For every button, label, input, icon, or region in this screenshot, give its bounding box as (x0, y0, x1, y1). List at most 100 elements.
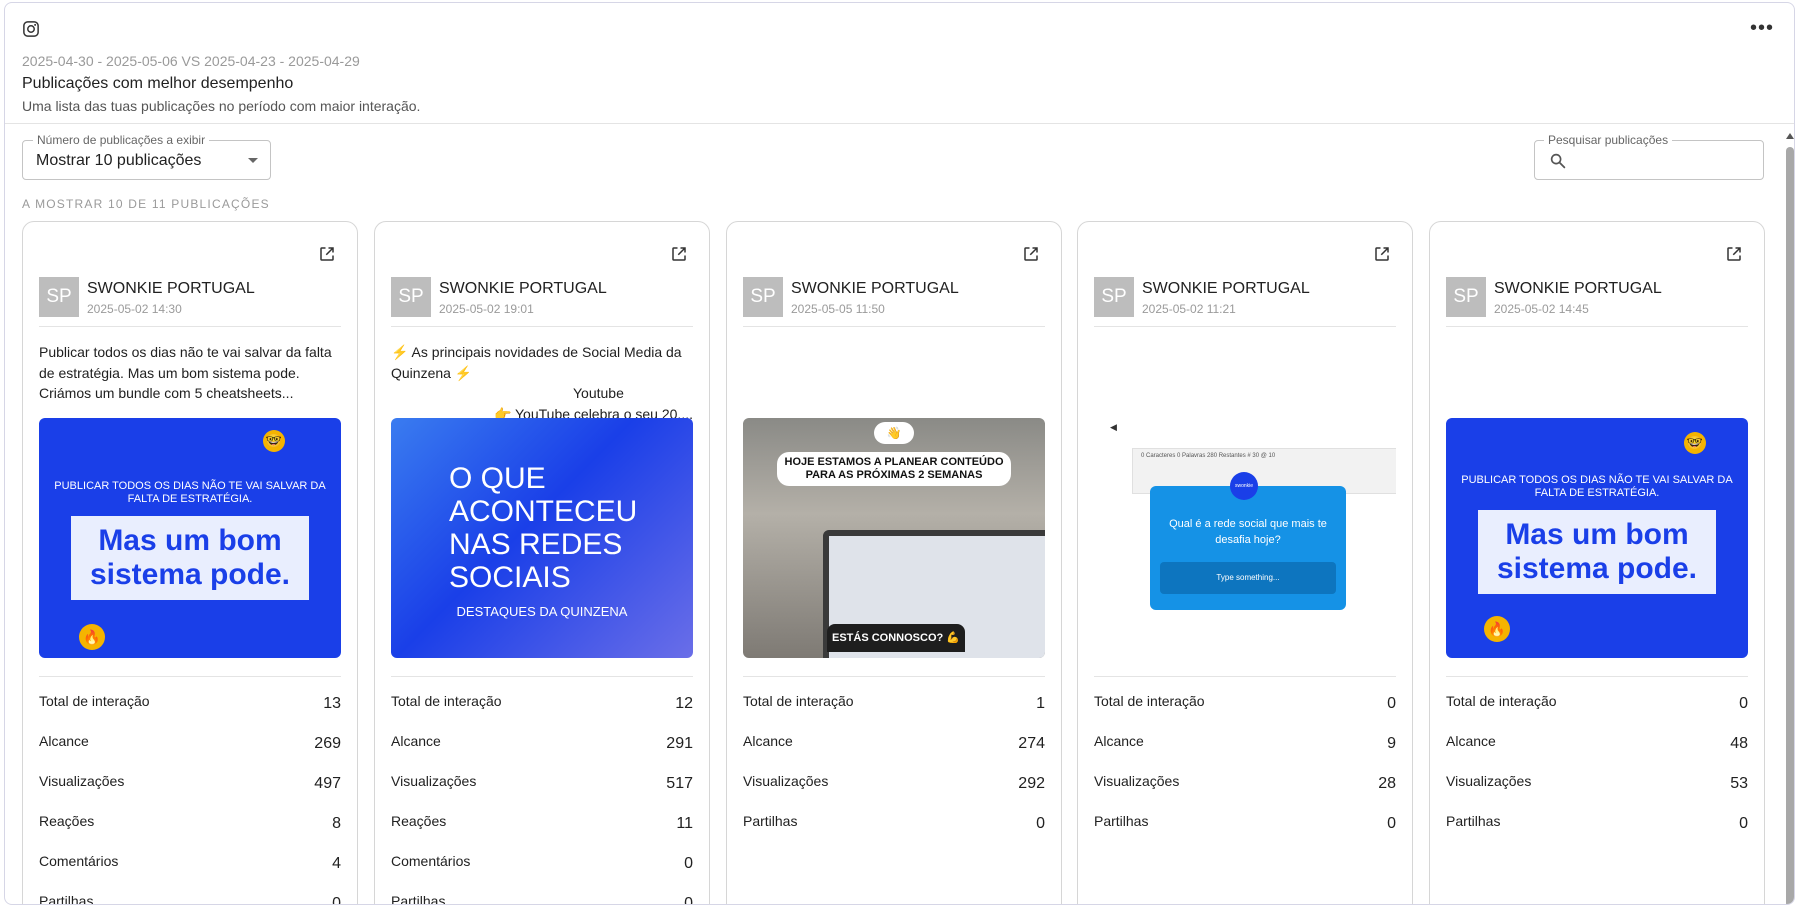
scrollbar-thumb[interactable] (1786, 147, 1794, 904)
metric-label: Alcance (391, 733, 441, 749)
metric-label: Total de interação (391, 693, 502, 709)
avatar: SP (39, 277, 79, 317)
date-range: 2025-04-30 - 2025-05-06 VS 2025-04-23 - … (22, 53, 360, 69)
headline-line: ACONTECEU (449, 495, 638, 528)
post-count-select-label: Número de publicações a exibir (33, 133, 210, 147)
metric-value: 53 (1730, 775, 1748, 792)
post-card: SP SWONKIE PORTUGAL 2025-05-05 11:50 👋 H… (726, 221, 1062, 904)
post-count-select-value: Mostrar 10 publicações (36, 152, 202, 169)
metric-reactions: Reações 8 (39, 813, 341, 835)
post-count-select[interactable]: Número de publicações a exibir Mostrar 1… (22, 133, 271, 180)
post-date: 2025-05-02 14:45 (1494, 302, 1589, 316)
post-text: Publicar todos os dias não te vai salvar… (39, 344, 332, 401)
metric-label: Visualizações (1094, 773, 1180, 789)
post-author: SWONKIE PORTUGAL (87, 280, 255, 297)
post-date: 2025-05-02 19:01 (439, 302, 534, 316)
post-image[interactable]: 🤓 PUBLICAR TODOS OS DIAS NÃO TE VAI SALV… (39, 418, 341, 658)
metric-value: 11 (676, 815, 693, 832)
metric-label: Visualizações (1446, 773, 1532, 789)
post-image[interactable]: 🤓 PUBLICAR TODOS OS DIAS NÃO TE VAI SALV… (1446, 418, 1748, 658)
emoji-nerd: 🤓 (263, 430, 285, 452)
showing-count-label: A MOSTRAR 10 DE 11 PUBLICAÇÕES (22, 197, 270, 211)
metric-value: 291 (666, 735, 693, 752)
divider (391, 676, 693, 677)
metric-label: Reações (391, 813, 447, 829)
search-posts-field[interactable]: Pesquisar publicações (1534, 133, 1764, 180)
metric-value: 0 (1739, 695, 1748, 712)
metric-label: Partilhas (391, 893, 446, 905)
metric-reach: Alcance 291 (391, 733, 693, 755)
editor-toolbar-text: 0 Caracteres 0 Palavras 280 Restantes # … (1141, 453, 1276, 459)
open-external-icon[interactable] (1725, 245, 1743, 263)
metric-views: Visualizações 53 (1446, 773, 1748, 795)
metric-shares: Partilhas 0 (391, 893, 693, 905)
metric-total-interaction: Total de interação 13 (39, 693, 341, 715)
metric-value: 292 (1018, 775, 1045, 792)
metric-value: 12 (675, 695, 693, 712)
metric-label: Reações (39, 813, 95, 829)
metric-label: Total de interação (1094, 693, 1205, 709)
post-card: SP SWONKIE PORTUGAL 2025-05-02 14:30 Pub… (22, 221, 358, 905)
post-image[interactable]: O QUE ACONTECEU NAS REDES SOCIAIS DESTAQ… (391, 418, 693, 658)
open-external-icon[interactable] (1022, 245, 1040, 263)
metric-value: 28 (1378, 775, 1396, 792)
post-author: SWONKIE PORTUGAL (1494, 280, 1662, 297)
metric-value: 4 (332, 855, 341, 872)
metric-value: 0 (1739, 815, 1748, 832)
image-small-text: PUBLICAR TODOS OS DIAS NÃO TE VAI SALVAR… (1461, 474, 1733, 499)
image-caption: DESTAQUES DA QUINZENA (456, 604, 628, 619)
metric-label: Partilhas (1094, 813, 1149, 829)
metric-value: 0 (684, 895, 693, 905)
post-card: SP SWONKIE PORTUGAL 2025-05-02 19:01 ⚡ A… (374, 221, 710, 905)
headline-line: SOCIAIS (449, 561, 571, 594)
metric-value: 0 (332, 895, 341, 905)
scrollbar[interactable] (1784, 133, 1794, 904)
metric-total-interaction: Total de interação 0 (1094, 693, 1396, 715)
open-external-icon[interactable] (1373, 245, 1391, 263)
metric-shares: Partilhas 0 (1094, 813, 1396, 835)
post-author: SWONKIE PORTUGAL (439, 280, 607, 297)
scroll-up-arrow-icon[interactable] (1786, 133, 1794, 139)
image-big-text: Mas um bom sistema pode. (1478, 510, 1716, 594)
emoji-wave: 👋 (874, 422, 914, 444)
metric-reach: Alcance 274 (743, 733, 1045, 755)
metric-label: Visualizações (391, 773, 477, 789)
metric-label: Total de interação (39, 693, 150, 709)
metric-label: Alcance (1094, 733, 1144, 749)
swonkie-logo: swonkie (1230, 472, 1258, 500)
avatar: SP (743, 277, 783, 317)
post-image[interactable]: 👋 HOJE ESTAMOS A PLANEAR CONTEÚDO PARA A… (743, 418, 1045, 658)
metric-views: Visualizações 292 (743, 773, 1045, 795)
widget-title: Publicações com melhor desempenho (22, 75, 294, 92)
metric-reach: Alcance 48 (1446, 733, 1748, 755)
metric-value: 0 (1387, 695, 1396, 712)
open-external-icon[interactable] (318, 245, 336, 263)
post-date: 2025-05-02 11:21 (1142, 302, 1236, 316)
image-headline: O QUE ACONTECEU NAS REDES SOCIAIS (449, 462, 637, 594)
metric-shares: Partilhas 0 (743, 813, 1045, 835)
post-date: 2025-05-02 14:30 (87, 302, 182, 316)
metric-views: Visualizações 517 (391, 773, 693, 795)
metric-label: Visualizações (743, 773, 829, 789)
question-sticker: Qual é a rede social que mais te desafia… (1150, 486, 1346, 610)
chevron-down-icon (248, 158, 258, 163)
divider (1446, 676, 1748, 677)
metric-label: Alcance (743, 733, 793, 749)
post-image[interactable]: ◀ 0 Caracteres 0 Palavras 280 Restantes … (1094, 418, 1396, 658)
metric-value: 0 (684, 855, 693, 872)
divider (743, 326, 1045, 327)
metric-value: 517 (666, 775, 693, 792)
metric-views: Visualizações 497 (39, 773, 341, 795)
metric-value: 0 (1036, 815, 1045, 832)
metric-label: Alcance (1446, 733, 1496, 749)
avatar: SP (1094, 277, 1134, 317)
metric-label: Alcance (39, 733, 89, 749)
open-external-icon[interactable] (670, 245, 688, 263)
search-input[interactable] (1575, 149, 1759, 175)
widget-subtitle: Uma lista das tuas publicações no períod… (22, 98, 421, 114)
metric-reach: Alcance 9 (1094, 733, 1396, 755)
image-big-text: Mas um bom sistema pode. (71, 516, 309, 600)
metric-comments: Comentários 0 (391, 853, 693, 875)
more-options-icon[interactable]: ••• (1750, 18, 1774, 38)
post-text: ⚡ As principais novidades de Social Medi… (391, 342, 693, 424)
